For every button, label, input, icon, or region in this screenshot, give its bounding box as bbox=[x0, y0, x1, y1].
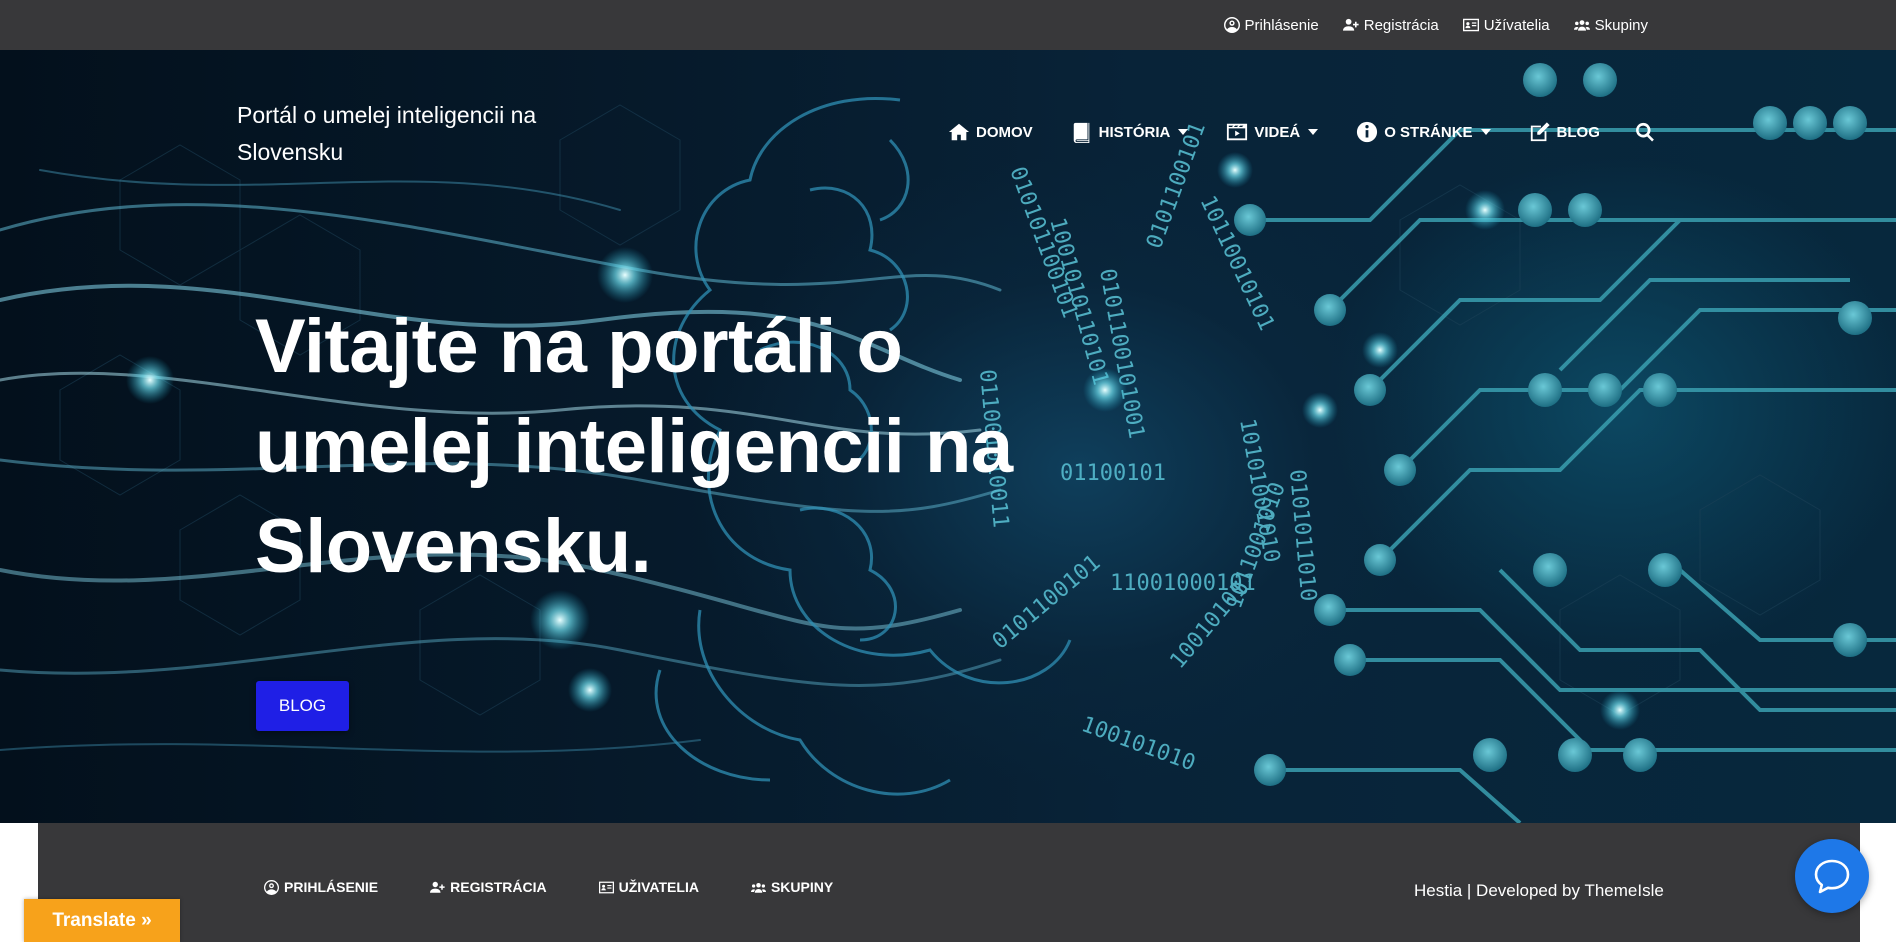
user-plus-icon bbox=[1342, 18, 1359, 31]
hero-headline: Vitajte na portáli o umelej inteligencii… bbox=[255, 304, 1013, 589]
chevron-down-icon bbox=[1308, 129, 1319, 135]
chat-bubble-icon bbox=[1814, 859, 1850, 894]
footer-users-label: UŽIVATELIA bbox=[618, 879, 699, 895]
user-plus-icon bbox=[430, 881, 445, 893]
users-icon bbox=[750, 882, 766, 893]
chat-widget-button[interactable] bbox=[1795, 839, 1869, 913]
nav-item-o-stranke[interactable]: O STRÁNKE bbox=[1356, 121, 1491, 143]
film-icon bbox=[1227, 123, 1248, 141]
edit-icon bbox=[1530, 122, 1550, 142]
nav-item-historia-label: HISTÓRIA bbox=[1098, 123, 1171, 141]
top-bar-groups-link[interactable]: Skupiny bbox=[1573, 16, 1648, 34]
nav-item-videa[interactable]: VIDEÁ bbox=[1226, 121, 1319, 143]
top-bar-nav: Prihlásenie Registrácia Užívatelia Skupi… bbox=[1223, 0, 1648, 50]
top-bar-login-link[interactable]: Prihlásenie bbox=[1223, 16, 1319, 34]
svg-text:100101010: 100101010 bbox=[1078, 712, 1199, 776]
top-bar: Prihlásenie Registrácia Užívatelia Skupi… bbox=[0, 0, 1896, 50]
footer-users-link[interactable]: UŽIVATELIA bbox=[598, 879, 699, 895]
nav-item-videa-label: VIDEÁ bbox=[1254, 123, 1301, 141]
nav-item-blog-label: BLOG bbox=[1556, 123, 1600, 141]
footer-login-link[interactable]: PRIHLÁSENIE bbox=[264, 879, 378, 895]
id-card-icon bbox=[1462, 18, 1479, 32]
nav-item-historia[interactable]: HISTÓRIA bbox=[1071, 121, 1189, 143]
nav-item-blog[interactable]: BLOG bbox=[1529, 121, 1600, 143]
site-footer: PRIHLÁSENIE REGISTRÁCIA UŽIVATELIA SKUPI… bbox=[38, 823, 1860, 942]
top-bar-users-label: Užívatelia bbox=[1483, 16, 1550, 34]
chevron-down-icon bbox=[1178, 129, 1189, 135]
translate-button[interactable]: Translate » bbox=[24, 899, 180, 942]
footer-login-label: PRIHLÁSENIE bbox=[284, 879, 379, 895]
top-bar-register-link[interactable]: Registrácia bbox=[1342, 16, 1439, 34]
user-circle-icon bbox=[264, 879, 279, 895]
footer-register-label: REGISTRÁCIA bbox=[450, 879, 547, 895]
id-card-icon bbox=[598, 881, 614, 893]
home-icon bbox=[948, 123, 970, 141]
footer-nav: PRIHLÁSENIE REGISTRÁCIA UŽIVATELIA SKUPI… bbox=[264, 879, 833, 895]
search-button[interactable] bbox=[1634, 121, 1656, 143]
hero-blog-button[interactable]: BLOG bbox=[256, 681, 349, 731]
footer-credit: Hestia | Developed by ThemeIsle bbox=[1414, 881, 1664, 901]
search-icon bbox=[1635, 122, 1654, 142]
info-icon bbox=[1357, 121, 1378, 143]
top-bar-register-label: Registrácia bbox=[1363, 16, 1439, 34]
top-bar-groups-label: Skupiny bbox=[1594, 16, 1648, 34]
footer-credit-link[interactable]: ThemeIsle bbox=[1584, 881, 1663, 900]
nav-item-domov-label: DOMOV bbox=[976, 123, 1033, 141]
footer-groups-link[interactable]: SKUPINY bbox=[750, 879, 834, 895]
site-brand-title[interactable]: Portál o umelej inteligencii na Slovensk… bbox=[237, 97, 557, 171]
user-circle-icon bbox=[1223, 17, 1240, 33]
footer-register-link[interactable]: REGISTRÁCIA bbox=[430, 879, 547, 895]
nav-item-domov[interactable]: DOMOV bbox=[948, 121, 1033, 143]
footer-groups-label: SKUPINY bbox=[770, 879, 834, 895]
hero-section: 010101100101 1001010110101 0101100101001… bbox=[0, 50, 1896, 823]
nav-item-o-stranke-label: O STRÁNKE bbox=[1384, 123, 1473, 141]
svg-text:01100101: 01100101 bbox=[1060, 461, 1166, 486]
chevron-down-icon bbox=[1480, 129, 1491, 135]
book-icon bbox=[1073, 122, 1090, 143]
main-navigation: DOMOV HISTÓRIA VIDEÁ O STRÁNKE BLOG bbox=[948, 117, 1656, 147]
users-icon bbox=[1573, 20, 1590, 31]
footer-credit-text: Hestia | Developed by bbox=[1414, 881, 1585, 900]
top-bar-users-link[interactable]: Užívatelia bbox=[1462, 16, 1550, 34]
top-bar-login-label: Prihlásenie bbox=[1244, 16, 1319, 34]
